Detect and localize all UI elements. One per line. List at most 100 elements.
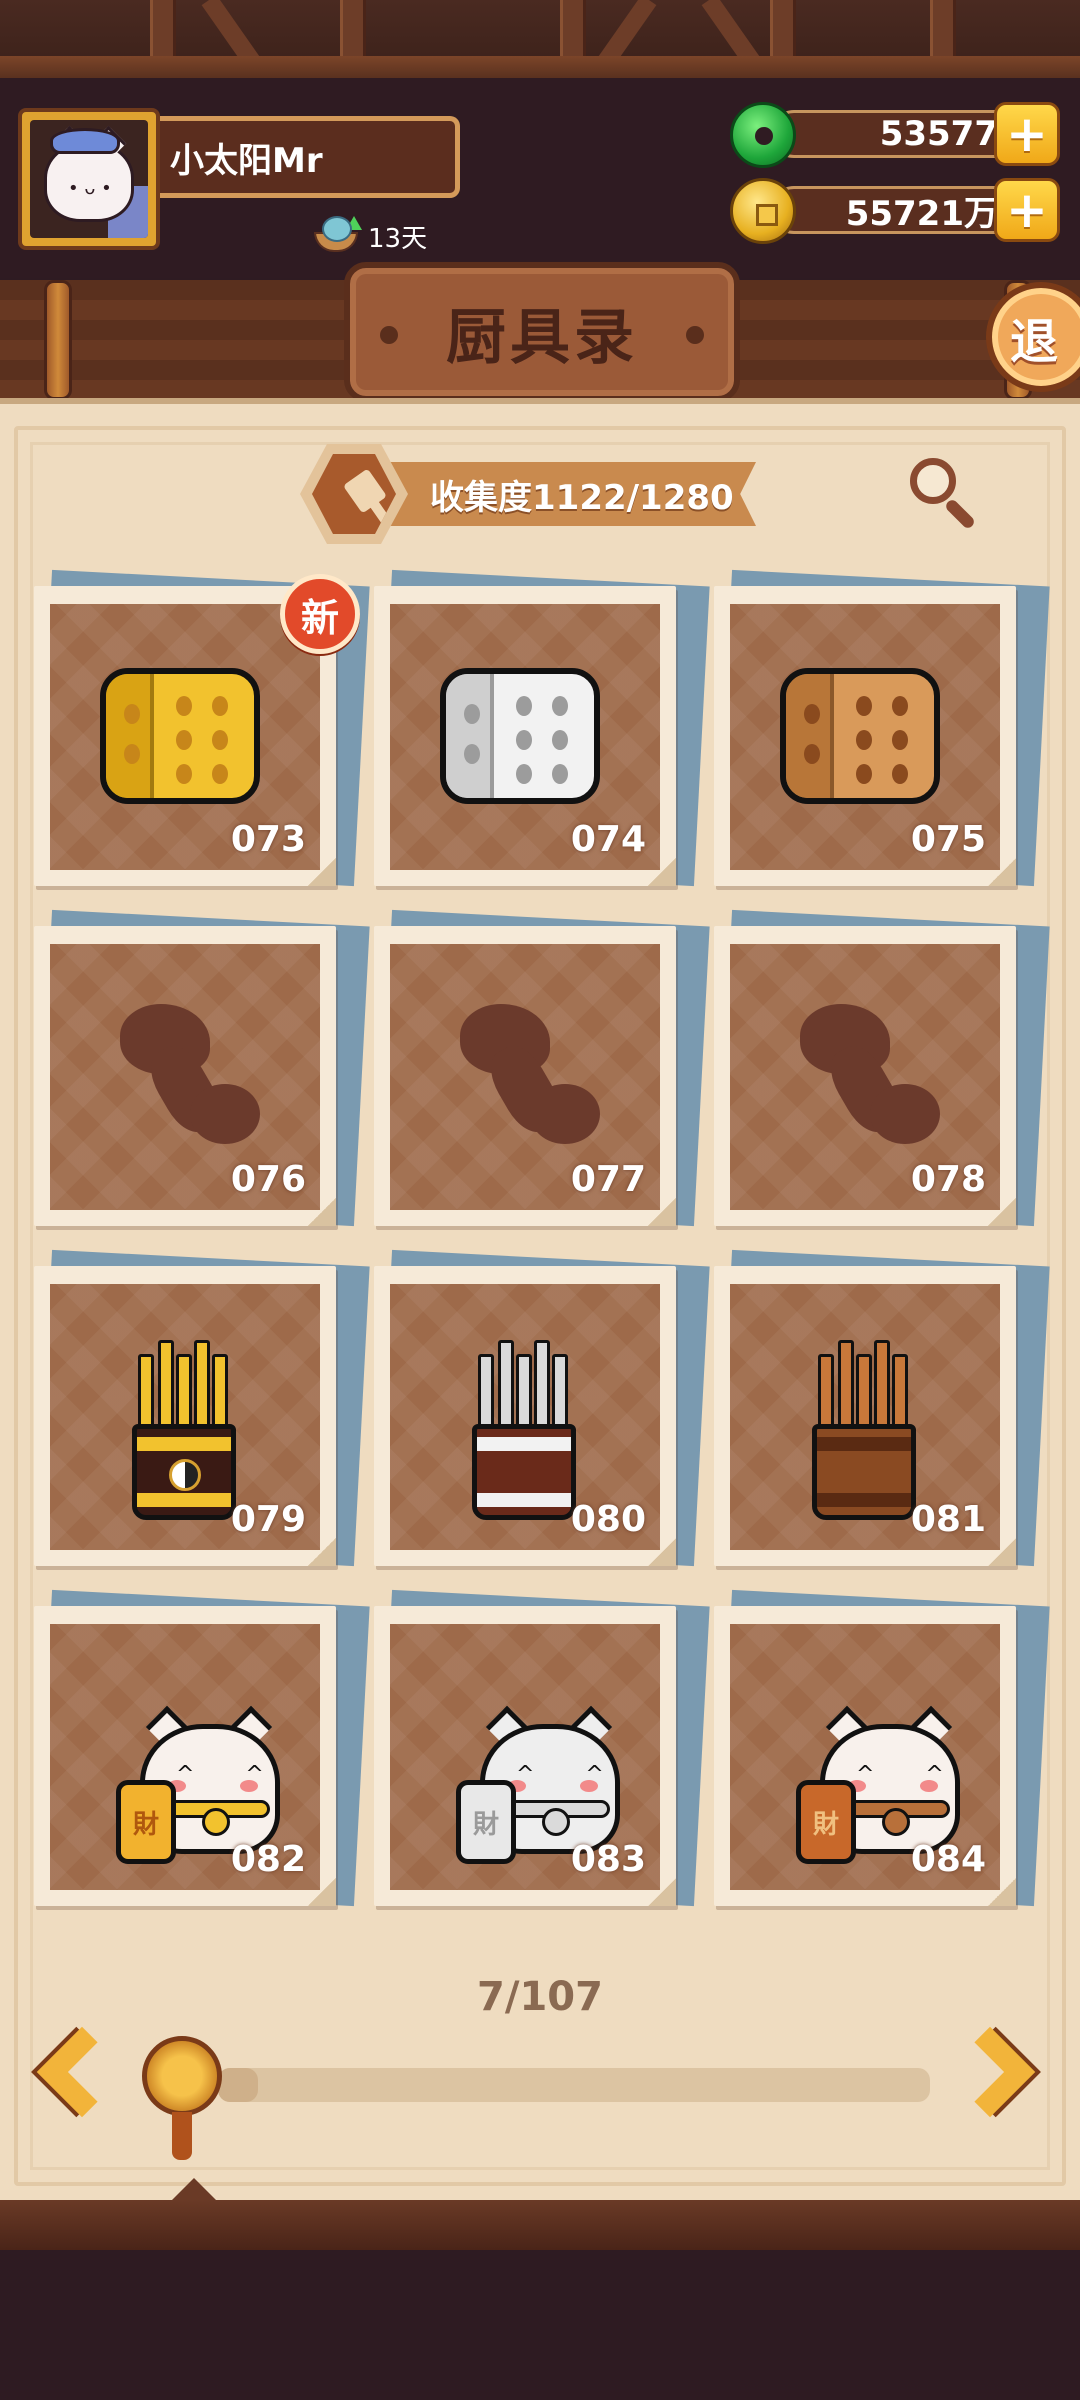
card-paper: ^ ^ 財 084 (714, 1606, 1016, 1906)
card-paper: 077 (374, 926, 676, 1226)
item-card-080[interactable]: 080 (374, 1249, 710, 1576)
item-number: 080 (570, 1499, 646, 1540)
days-label: 13天 (368, 223, 428, 254)
rail-post (44, 280, 72, 400)
card-paper: ^ ^ 財 082 (34, 1606, 336, 1906)
jade-currency: 53577 + (730, 102, 1060, 168)
new-badge: 新 (280, 574, 360, 654)
top-beams (0, 0, 1080, 80)
page-slider-fill (218, 2068, 259, 2102)
card-fold (308, 858, 336, 886)
chopstick-cup-icon (812, 1424, 916, 1520)
tassel-icon (172, 2112, 192, 2160)
item-number: 077 (570, 1159, 646, 1200)
item-card-073[interactable]: 073 新 (34, 569, 370, 896)
card-paper: 076 (34, 926, 336, 1226)
lucky-tag: 財 (796, 1780, 856, 1864)
gold-value: 55721万 (845, 193, 998, 234)
item-card-075[interactable]: 075 (714, 569, 1050, 896)
magnifier-icon (910, 458, 956, 504)
cat-avatar-icon: • ᴗ • (30, 120, 148, 238)
item-number: 082 (230, 1839, 306, 1880)
locked-silhouette-icon (800, 1004, 950, 1154)
card-fold (308, 1878, 336, 1906)
item-number: 079 (230, 1499, 306, 1540)
card-paper: 074 (374, 586, 676, 886)
item-number: 083 (570, 1839, 646, 1880)
item-card-077[interactable]: 077 (374, 909, 710, 1236)
chopstick-cup-icon (472, 1424, 576, 1520)
card-fold (648, 1878, 676, 1906)
spatula-icon (342, 468, 388, 514)
card-paper: 075 (714, 586, 1016, 886)
jade-coin-icon (730, 102, 796, 168)
collection-progress: 收集度1122/1280 (300, 444, 760, 544)
lucky-cat-icon: ^ ^ 財 (790, 1684, 970, 1864)
page-slider-knob[interactable] (142, 2036, 222, 2160)
title-sign: 厨具录 (344, 262, 740, 402)
card-paper: 079 (34, 1266, 336, 1566)
lucky-tag: 財 (456, 1780, 516, 1864)
player-avatar[interactable]: • ᴗ • (18, 108, 160, 250)
item-number: 076 (230, 1159, 306, 1200)
card-fold (648, 1198, 676, 1226)
card-fold (648, 858, 676, 886)
card-paper: 081 (714, 1266, 1016, 1566)
item-card-081[interactable]: 081 (714, 1249, 1050, 1576)
locked-silhouette-icon (120, 1004, 270, 1154)
card-fold (988, 1198, 1016, 1226)
next-page-button[interactable] (944, 2026, 1046, 2136)
card-fold (988, 858, 1016, 886)
card-fold (308, 1198, 336, 1226)
card-paper: 078 (714, 926, 1016, 1226)
item-card-079[interactable]: 079 (34, 1249, 370, 1576)
item-number: 075 (910, 819, 986, 860)
page-indicator: 7/107 (477, 1974, 603, 2020)
chopstick-holder-icon (478, 1334, 570, 1434)
beam-bar (0, 56, 1080, 78)
days-indicator: 13天 (312, 216, 427, 256)
locked-silhouette-icon (460, 1004, 610, 1154)
item-card-076[interactable]: 076 (34, 909, 370, 1236)
card-fold (988, 1538, 1016, 1566)
gold-coin-icon (730, 178, 796, 244)
item-card-084[interactable]: ^ ^ 財 084 (714, 1589, 1050, 1916)
item-card-074[interactable]: 074 (374, 569, 710, 896)
item-number: 084 (910, 1839, 986, 1880)
jade-value: 53577 (879, 114, 998, 154)
boat-icon (312, 216, 362, 256)
lucky-cat-icon: ^ ^ 財 (450, 1684, 630, 1864)
card-fold (648, 1538, 676, 1566)
page-title: 厨具录 (446, 302, 638, 373)
add-gold-button[interactable]: + (994, 178, 1060, 242)
lucky-cat-icon: ^ ^ 財 (110, 1684, 290, 1864)
item-number: 074 (570, 819, 646, 860)
item-card-078[interactable]: 078 (714, 909, 1050, 1236)
dice-icon (780, 668, 940, 804)
item-card-083[interactable]: ^ ^ 財 083 (374, 1589, 710, 1916)
card-fold (308, 1538, 336, 1566)
search-button[interactable] (908, 456, 980, 531)
item-number: 078 (910, 1159, 986, 1200)
player-name: 小太阳Mr (160, 116, 460, 198)
item-grid: 073 新 074 075 076 077 078 079 080 081 ^ … (34, 569, 1054, 1926)
dice-icon (440, 668, 600, 804)
card-paper: 080 (374, 1266, 676, 1566)
item-card-082[interactable]: ^ ^ 財 082 (34, 1589, 370, 1916)
add-jade-button[interactable]: + (994, 102, 1060, 166)
sign-rivet (380, 326, 398, 344)
gold-currency: 55721万 + (730, 178, 1060, 244)
item-number: 073 (230, 819, 306, 860)
sign-rivet (686, 326, 704, 344)
item-number: 081 (910, 1499, 986, 1540)
panel-bottom-edge (0, 2178, 1080, 2250)
lucky-tag: 財 (116, 1780, 176, 1864)
magnifier-handle (943, 497, 977, 531)
chopstick-holder-icon (138, 1334, 230, 1434)
chopstick-cup-icon (132, 1424, 236, 1520)
knot-icon (142, 2036, 222, 2116)
card-paper: ^ ^ 財 083 (374, 1606, 676, 1906)
prev-page-button[interactable] (26, 2026, 128, 2136)
page-slider[interactable] (218, 2068, 930, 2102)
dice-icon (100, 668, 260, 804)
